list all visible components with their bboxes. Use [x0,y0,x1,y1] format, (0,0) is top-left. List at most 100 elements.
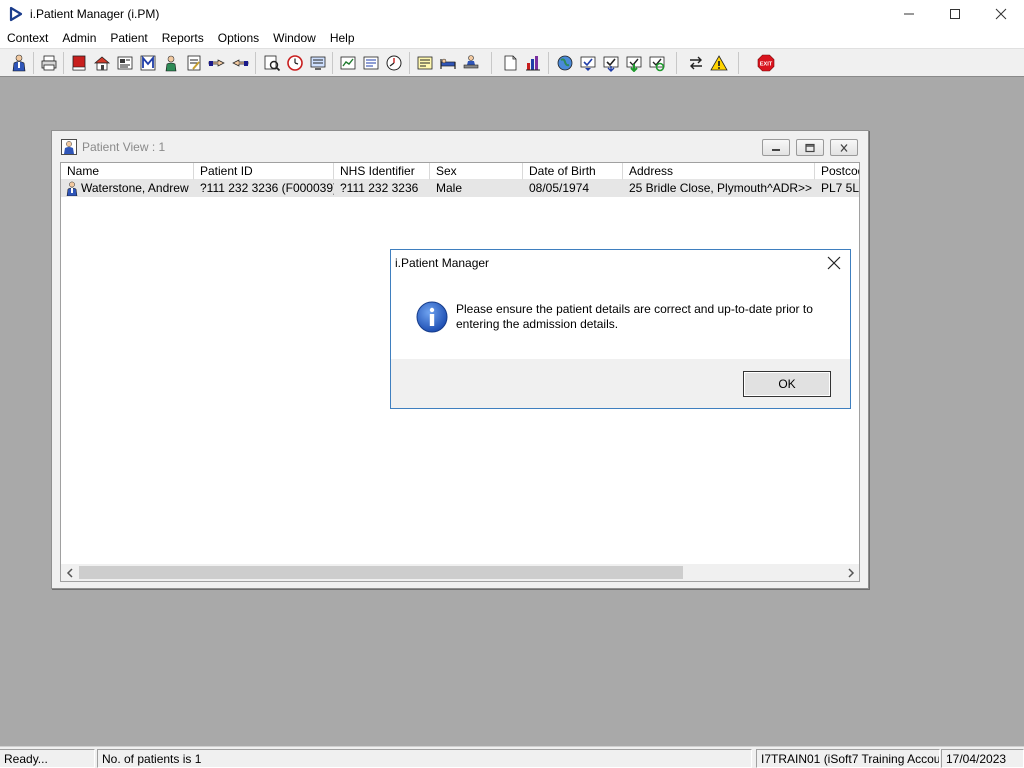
menu-bar: Context Admin Patient Reports Options Wi… [0,28,1024,49]
print-button[interactable] [38,52,60,74]
dialog-content: i.Patient Manager Please ensure the pati… [391,250,850,359]
letter-m-icon [140,55,156,71]
exit-icon: EXIT [757,54,775,72]
referral-button[interactable] [206,52,228,74]
form-icon [117,56,133,70]
monitor-button[interactable] [307,52,329,74]
status-date: 17/04/2023 [941,749,1024,768]
app-logo-icon [9,6,23,22]
printer-icon [41,55,57,71]
menu-admin[interactable]: Admin [55,28,103,49]
clock-doc-button[interactable] [383,52,405,74]
admission-button[interactable] [91,52,113,74]
minimize-icon [904,13,914,15]
maximize-button[interactable] [932,0,978,28]
menu-help[interactable]: Help [323,28,362,49]
checklist-refresh-icon [649,56,665,72]
column-header-name[interactable]: Name [61,163,194,180]
globe-button[interactable] [554,52,576,74]
toolbar: EXIT [0,49,1024,77]
checklist-button[interactable] [577,52,599,74]
menu-window[interactable]: Window [266,28,323,49]
info-icon [416,301,448,333]
chart-button[interactable] [522,52,544,74]
menu-options[interactable]: Options [211,28,266,49]
exit-button[interactable]: EXIT [755,52,777,74]
column-header-nhs-identifier[interactable]: NHS Identifier [334,163,430,180]
doc-list-button[interactable] [360,52,382,74]
horizontal-scrollbar[interactable] [61,564,859,581]
cell-patient-id: ?111 232 3236 (F000039) [200,181,334,195]
clinician-button[interactable] [160,52,182,74]
checklist-down-icon [603,56,619,72]
close-icon [840,143,848,152]
checklist-green-button[interactable] [623,52,645,74]
checklist-icon [580,56,596,71]
warning-button[interactable] [708,52,730,74]
patient-icon [12,54,26,72]
bed-button[interactable] [437,52,459,74]
minimize-button[interactable] [886,0,932,28]
menu-patient[interactable]: Patient [103,28,154,49]
person-bed-button[interactable] [460,52,482,74]
referral-alt-button[interactable] [229,52,251,74]
patient-button[interactable] [8,52,30,74]
column-header-postcode[interactable]: Postcod [815,163,859,180]
maximize-icon [950,9,960,19]
status-account: I7TRAIN01 (iSoft7 Training Account) [756,749,940,768]
minimize-icon [772,148,780,151]
cell-address: 25 Bridle Close, Plymouth^ADR>> [629,181,813,195]
notes-icon [187,55,201,71]
patient-view-titlebar[interactable]: Patient View : 1 [52,131,868,161]
search-doc-button[interactable] [261,52,283,74]
cell-dob: 08/05/1974 [529,181,590,195]
patient-view-icon [61,139,77,155]
notes-button[interactable] [183,52,205,74]
bar-chart-icon [526,56,540,71]
page-icon [504,55,517,71]
clock-button[interactable] [284,52,306,74]
checklist-down-button[interactable] [600,52,622,74]
scroll-left-button[interactable] [61,564,78,581]
document-list-icon [363,56,379,70]
m-button[interactable] [137,52,159,74]
scroll-right-button[interactable] [842,564,859,581]
note-button[interactable] [414,52,436,74]
transfer-icon [690,56,702,70]
form-button[interactable] [114,52,136,74]
person-green-icon [165,55,177,72]
chevron-right-icon [847,567,854,578]
column-header-sex[interactable]: Sex [430,163,523,180]
case-notes-button[interactable] [68,52,90,74]
hand-point-alt-icon [232,59,249,67]
cell-nhs-identifier: ?111 232 3236 [340,181,419,195]
menu-context[interactable]: Context [0,28,55,49]
column-header-patient-id[interactable]: Patient ID [194,163,334,180]
table-row[interactable]: Waterstone, Andrew ?111 232 3236 (F00003… [61,180,859,197]
exit-label: EXIT [760,61,773,67]
menu-reports[interactable]: Reports [155,28,211,49]
close-button[interactable] [978,0,1024,28]
monitor-icon [310,56,326,70]
child-close-button[interactable] [830,139,858,156]
child-maximize-button[interactable] [796,139,824,156]
app-title: i.Patient Manager (i.PM) [30,7,160,21]
column-header-address[interactable]: Address [623,163,815,180]
child-minimize-button[interactable] [762,139,790,156]
cell-postcode: PL7 5LF [821,181,860,195]
column-header-dob[interactable]: Date of Birth [523,163,623,180]
dialog-close-icon[interactable] [826,255,842,271]
ok-button[interactable]: OK [743,371,831,397]
cell-sex: Male [436,181,463,195]
status-bar: Ready... No. of patients is 1 I7TRAIN01 … [0,746,1024,768]
book-red-icon [72,55,86,71]
transfer-button[interactable] [685,52,707,74]
checklist-refresh-button[interactable] [646,52,668,74]
doc-chart-button[interactable] [337,52,359,74]
scroll-thumb[interactable] [79,566,683,579]
clock-icon [287,55,303,71]
message-dialog: i.Patient Manager Please ensure the pati… [390,249,851,409]
page-button[interactable] [499,52,521,74]
globe-icon [557,55,573,71]
patient-list-header: Name Patient ID NHS Identifier Sex Date … [61,163,859,180]
